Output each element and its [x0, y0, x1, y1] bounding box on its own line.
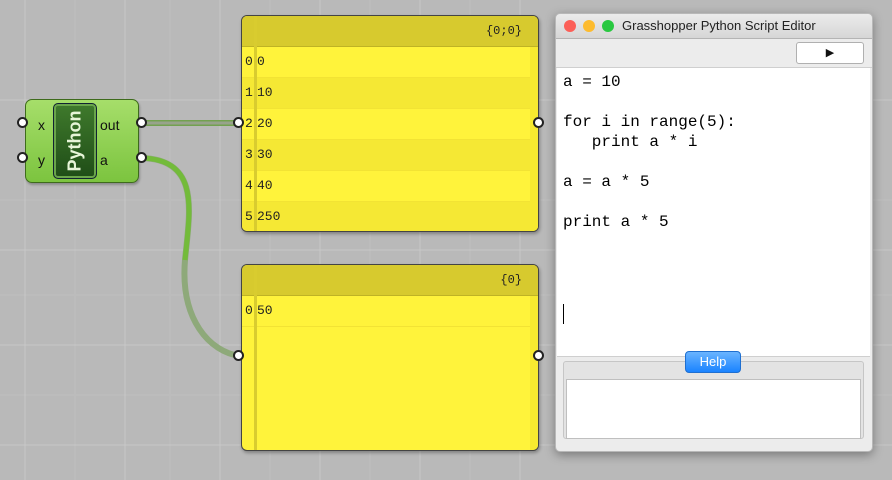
- panel-row[interactable]: 2 20: [242, 109, 538, 140]
- panel-bottom-output-grip[interactable]: [533, 350, 544, 361]
- panel-top-index-rail: [254, 16, 257, 231]
- panel-row[interactable]: 0 50: [242, 296, 538, 327]
- help-button[interactable]: Help: [685, 351, 741, 373]
- help-text-field[interactable]: [566, 379, 861, 439]
- editor-title: Grasshopper Python Script Editor: [622, 18, 816, 33]
- output-a-grip[interactable]: [136, 152, 147, 163]
- panel-bottom-index-rail: [254, 265, 257, 450]
- panel-top-input-grip[interactable]: [233, 117, 244, 128]
- wire-a-to-panel: [141, 155, 241, 359]
- zoom-window-icon[interactable]: [602, 20, 614, 32]
- panel-row[interactable]: 00: [242, 47, 538, 78]
- panel-row[interactable]: 1 10: [242, 78, 538, 109]
- panel-bottom-rows: 0 50: [242, 296, 538, 327]
- panel-row[interactable]: 3 30: [242, 140, 538, 171]
- panel-top[interactable]: {0;0} 0 0 1 10 2 20 3 30 4 40 5 250: [241, 15, 539, 232]
- code-editor[interactable]: a = 10 for i in range(5): print a * i a …: [557, 67, 870, 357]
- row-value: 40: [257, 178, 273, 193]
- panel-row[interactable]: 5 250: [242, 202, 538, 231]
- input-y-grip[interactable]: [17, 152, 28, 163]
- panel-bottom-path: {0}: [242, 265, 538, 296]
- output-a-label[interactable]: a: [100, 152, 108, 168]
- row-value: 50: [257, 303, 273, 318]
- component-name: Python: [64, 110, 85, 172]
- panel-top-path: {0;0}: [242, 16, 538, 47]
- close-window-icon[interactable]: [564, 20, 576, 32]
- code-text[interactable]: a = 10 for i in range(5): print a * i a …: [557, 68, 870, 236]
- panel-top-rows: 0 0 1 10 2 20 3 30 4 40 5 250: [242, 47, 538, 231]
- row-value: 250: [257, 209, 281, 224]
- input-x-label[interactable]: x: [38, 117, 45, 133]
- row-value: 0: [257, 54, 265, 69]
- panel-bottom[interactable]: {0} 0 50: [241, 264, 539, 451]
- script-editor-window[interactable]: Grasshopper Python Script Editor ▶ a = 1…: [555, 13, 873, 452]
- editor-toolbar: ▶: [556, 39, 872, 68]
- output-out-label[interactable]: out: [100, 117, 119, 133]
- run-button[interactable]: ▶: [796, 42, 864, 64]
- input-y-label[interactable]: y: [38, 152, 45, 168]
- editor-titlebar[interactable]: Grasshopper Python Script Editor: [556, 14, 872, 39]
- row-value: 10: [257, 85, 273, 100]
- row-value: 20: [257, 116, 273, 131]
- panel-top-scrollbar[interactable]: [530, 47, 538, 231]
- python-component[interactable]: x y Python out a: [25, 99, 139, 183]
- panel-top-output-grip[interactable]: [533, 117, 544, 128]
- component-core[interactable]: Python: [53, 103, 97, 179]
- output-out-grip[interactable]: [136, 117, 147, 128]
- text-caret: [563, 304, 564, 324]
- input-x-grip[interactable]: [17, 117, 28, 128]
- minimize-window-icon[interactable]: [583, 20, 595, 32]
- panel-bottom-scrollbar[interactable]: [530, 296, 538, 450]
- panel-bottom-input-grip[interactable]: [233, 350, 244, 361]
- row-value: 30: [257, 147, 273, 162]
- panel-row[interactable]: 4 40: [242, 171, 538, 202]
